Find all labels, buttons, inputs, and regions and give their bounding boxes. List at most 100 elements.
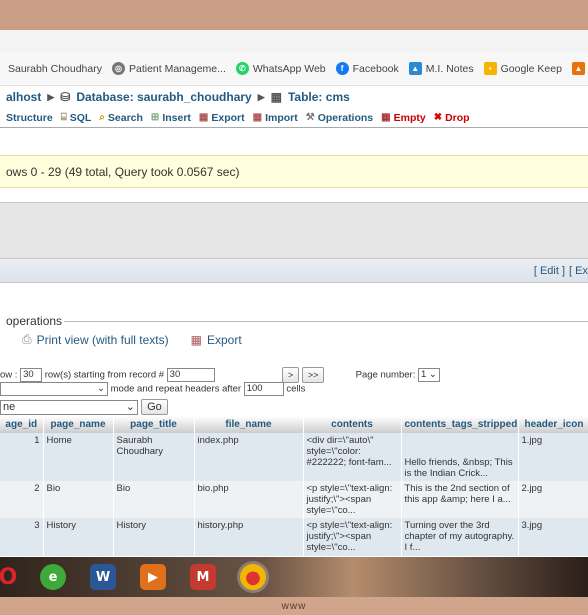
navigation-row: ow : 30 row(s) starting from record # 30…: [0, 367, 588, 383]
bookmark-saurabh[interactable]: Saurabh Choudhary: [8, 63, 102, 75]
mode-select[interactable]: ⌄: [0, 382, 108, 396]
tab-import[interactable]: ▦ Import: [253, 112, 298, 124]
tab-sql[interactable]: ⌸ SQL: [61, 112, 92, 124]
table-row[interactable]: 1 Home Saurabh Choudhary index.php <div …: [0, 433, 588, 481]
cell-contents: <p style=\"text-align: justify;\"><span …: [303, 481, 402, 518]
tab-structure[interactable]: Structure: [6, 112, 53, 124]
export-icon: ▦: [190, 332, 202, 347]
tab-label: Import: [265, 111, 298, 124]
column-header-file-name[interactable]: file_name: [194, 416, 304, 433]
cell-contents-tags-stripped: Hello friends, &nbsp; This is the Indian…: [401, 433, 519, 481]
media-icon[interactable]: ▶: [140, 564, 166, 590]
chevron-right-icon: ▶: [257, 91, 265, 102]
operations-icon: ⚒: [305, 112, 315, 123]
breadcrumb: alhost ▶ ⛁ Database: saurabh_choudhary ▶…: [0, 86, 588, 108]
query-result-notice: ows 0 - 29 (49 total, Query took 0.0567 …: [0, 155, 588, 188]
chevron-down-icon: ⌄: [97, 383, 105, 394]
bookmark-facebook[interactable]: f Facebook: [335, 62, 399, 75]
column-header-page-title[interactable]: page_title: [113, 416, 195, 433]
chrome-icon[interactable]: ●: [240, 564, 266, 590]
column-header-page-name[interactable]: page_name: [43, 416, 114, 433]
bookmark-notes[interactable]: ▲ M.I. Notes: [408, 62, 474, 75]
print-view-link[interactable]: ⎙ Print view (with full texts): [22, 332, 169, 347]
tab-label: Operations: [317, 111, 374, 124]
cell-page-id: 3: [0, 518, 44, 556]
drop-icon: ✖: [433, 112, 443, 123]
cell-page-title: History: [113, 518, 195, 556]
table-row[interactable]: 2 Bio Bio bio.php <p style=\"text-align:…: [0, 481, 588, 518]
next-page-button[interactable]: >: [281, 367, 300, 383]
export-icon: ▦: [198, 112, 209, 123]
chevron-down-icon: ⌄: [428, 369, 437, 380]
tab-label: Structure: [6, 111, 53, 124]
repeat-headers-input[interactable]: 100: [243, 382, 284, 396]
edge-icon[interactable]: e: [40, 564, 66, 590]
breadcrumb-table[interactable]: Table: cms: [288, 90, 350, 104]
import-icon: ▦: [252, 112, 263, 123]
facebook-icon: f: [335, 62, 349, 75]
table-row[interactable]: 3 History History history.php <p style=\…: [0, 518, 588, 556]
query-edit-bar: [ Edit ] [ Ex: [0, 259, 588, 283]
table-icon: ▦: [270, 90, 282, 104]
explain-link[interactable]: [ Ex: [569, 265, 588, 277]
export-link[interactable]: ▦ Export: [191, 332, 242, 347]
tab-label: Export: [211, 111, 245, 124]
cell-header-icon: 3.jpg: [518, 518, 588, 556]
tab-search[interactable]: ⌕ Search: [99, 112, 143, 124]
bookmark-google-keep[interactable]: ▪ Google Keep: [483, 62, 562, 75]
column-header-contents[interactable]: contents: [303, 416, 402, 433]
tab-label: Search: [107, 111, 143, 124]
tab-bar: Structure ⌸ SQL ⌕ Search ⊞ Insert ▦ Export ▦…: [0, 108, 588, 128]
column-header-contents-tags-stripped[interactable]: contents_tags_stripped: [401, 416, 519, 433]
tab-empty[interactable]: ▦ Empty: [381, 112, 426, 124]
cell-file-name: index.php: [194, 433, 304, 481]
breadcrumb-server[interactable]: alhost: [6, 90, 41, 104]
breadcrumb-database[interactable]: Database: saurabh_choudhary: [76, 90, 251, 104]
cell-page-name: Bio: [43, 481, 114, 518]
column-header-page-id[interactable]: age_id: [0, 416, 44, 433]
go-button[interactable]: Go: [141, 399, 168, 415]
whatsapp-icon: ✆: [235, 62, 249, 75]
search-icon: ⌕: [99, 112, 105, 123]
bookmark-whatsapp[interactable]: ✆ WhatsApp Web: [235, 62, 326, 75]
tab-export[interactable]: ▦ Export: [199, 112, 245, 124]
gmail-icon[interactable]: M: [190, 564, 216, 590]
cell-header-icon: 1.jpg: [518, 433, 588, 481]
tab-operations[interactable]: ⚒ Operations: [306, 112, 373, 124]
cell-page-id: 2: [0, 481, 44, 518]
row-count-input[interactable]: 30: [20, 368, 43, 382]
tab-insert[interactable]: ⊞ Insert: [151, 112, 191, 124]
tab-label: Empty: [393, 111, 426, 124]
edit-link[interactable]: [ Edit ]: [534, 265, 565, 277]
bookmark-patient-management[interactable]: ◎ Patient Manageme...: [111, 62, 226, 75]
cell-file-name: history.php: [194, 518, 304, 556]
taskbar: O e W ▶ M ●: [0, 557, 588, 597]
word-icon[interactable]: W: [90, 564, 116, 590]
insert-icon: ⊞: [150, 112, 160, 123]
start-record-input[interactable]: 30: [166, 368, 215, 382]
window-top-strip: [0, 0, 588, 30]
bookmark-drive[interactable]: ▲Da: [571, 62, 588, 75]
globe-icon: ◎: [111, 62, 125, 75]
last-page-button[interactable]: >>: [301, 367, 325, 383]
page-number-select[interactable]: 1 ⌄: [417, 368, 440, 382]
sql-icon: ⌸: [60, 112, 67, 123]
row-label: ow :: [0, 369, 18, 381]
chevron-down-icon: ⌄: [125, 400, 135, 413]
cell-contents: <div dir=\"auto\" style=\"color: #222222…: [303, 433, 402, 481]
table-header-row: age_id page_name page_title file_name co…: [0, 416, 588, 433]
sort-select[interactable]: ne ⌄: [0, 399, 138, 415]
bookmark-label: Facebook: [352, 62, 399, 75]
results-table: age_id page_name page_title file_name co…: [0, 416, 588, 556]
column-header-header-icon[interactable]: header_icon: [518, 416, 588, 433]
tab-drop[interactable]: ✖ Drop: [434, 112, 470, 124]
starting-text: row(s) starting from record #: [44, 369, 165, 381]
bookmark-label: WhatsApp Web: [252, 62, 326, 75]
cell-page-id: 1: [0, 433, 44, 481]
cell-page-title: Saurabh Choudhary: [113, 433, 195, 481]
tab-label: Drop: [445, 111, 470, 124]
bookmark-label: Google Keep: [500, 62, 562, 75]
opera-icon[interactable]: O: [0, 564, 17, 590]
drive-icon: ▲: [571, 62, 585, 75]
sql-query-box: [0, 202, 588, 259]
